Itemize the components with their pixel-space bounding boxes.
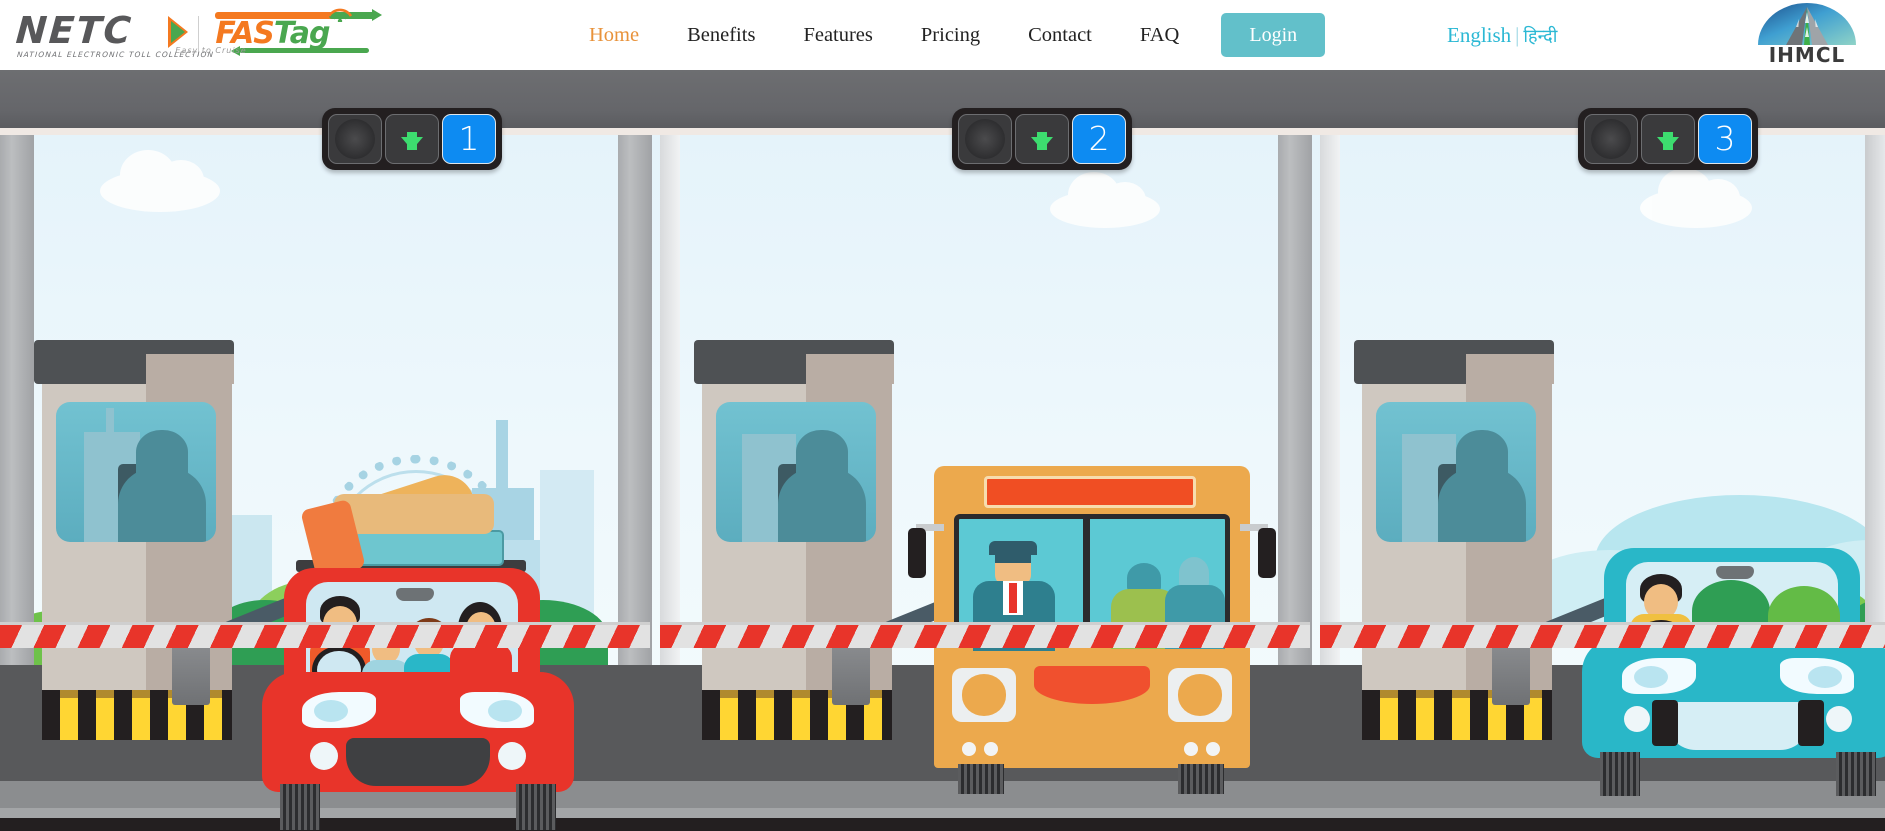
booth-roof-side	[1466, 354, 1554, 384]
ihmcl-logo[interactable]: IHMCL	[1752, 3, 1862, 67]
car-wheel-left	[280, 784, 320, 830]
hero-illustration: 1 2 3	[0, 70, 1885, 831]
car-grille	[1666, 702, 1810, 750]
bus-mirror-right	[1258, 528, 1276, 578]
language-switcher: English | हिन्दी	[1447, 0, 1557, 70]
nav-item-home[interactable]: Home	[565, 0, 663, 70]
car-rearview-mirror	[396, 588, 434, 601]
headlight-lens	[1634, 666, 1668, 688]
fastag-wordmark: FASTag	[215, 16, 331, 51]
booth-roof-side	[806, 354, 894, 384]
nav-item-benefits[interactable]: Benefits	[663, 0, 779, 70]
ihmcl-wordmark: IHMCL	[1768, 43, 1846, 67]
driver-tie	[1009, 583, 1017, 613]
vehicle-teal-car	[1582, 510, 1885, 810]
car-air-vent-left	[1652, 700, 1678, 746]
bus-mirror-left	[908, 528, 926, 578]
site-header: NETC NATIONAL ELECTRONIC TOLL COLLECTION…	[0, 0, 1885, 70]
signal-arrow-icon	[385, 114, 439, 164]
signal-arrow-icon	[1015, 114, 1069, 164]
car-foglight-right	[498, 742, 526, 770]
cloud-icon	[1640, 168, 1752, 228]
headlight-lens	[488, 700, 522, 722]
fastag-arrow-right-icon	[372, 9, 383, 21]
lane-number-3: 3	[1698, 114, 1752, 164]
lane-signal-2[interactable]: 2	[952, 108, 1132, 170]
login-button[interactable]: Login	[1221, 13, 1326, 57]
main-navigation: Home Benefits Features Pricing Contact F…	[565, 0, 1326, 70]
netc-wordmark: NETC	[14, 8, 135, 52]
bus-front-badge	[1034, 666, 1150, 704]
fastag-wifi-icon	[328, 8, 353, 22]
bus-wheel-right	[1178, 764, 1224, 794]
bus-marker-lamp	[984, 742, 998, 756]
signal-lamp-off-icon	[958, 114, 1012, 164]
language-option-english[interactable]: English	[1447, 23, 1511, 47]
nav-item-contact[interactable]: Contact	[1004, 0, 1116, 70]
car-wheel-right	[516, 784, 556, 830]
fastag-logo[interactable]: FASTag Easy to Cruise	[175, 8, 386, 63]
boom-barrier-3	[1320, 622, 1885, 648]
bus-wheel-left	[958, 764, 1004, 794]
booth-window	[716, 402, 876, 542]
cloud-icon	[100, 150, 220, 212]
lane-signal-3[interactable]: 3	[1578, 108, 1758, 170]
window-skyline	[106, 408, 114, 448]
bus-headlight-left	[952, 668, 1016, 722]
fastag-tagline: Easy to Cruise	[175, 46, 247, 55]
signal-lamp-off-icon	[328, 114, 382, 164]
nav-item-features[interactable]: Features	[779, 0, 896, 70]
lane-signal-1[interactable]: 1	[322, 108, 502, 170]
boom-barrier-2	[660, 622, 1310, 648]
brand-logos[interactable]: NETC NATIONAL ELECTRONIC TOLL COLLECTION…	[8, 8, 386, 63]
booth-operator-body	[1438, 468, 1526, 542]
bus-marker-lamp	[962, 742, 976, 756]
car-wheel-left	[1600, 752, 1640, 796]
headlight-lens	[1808, 666, 1842, 688]
signal-lamp-off-icon	[1584, 114, 1638, 164]
car-wheel-right	[1836, 752, 1876, 796]
boom-barrier-1	[0, 622, 650, 648]
booth-window	[1376, 402, 1536, 542]
nav-item-faq[interactable]: FAQ	[1116, 0, 1204, 70]
ihmcl-road-icon	[1758, 3, 1856, 45]
bus-marker-lamp	[1184, 742, 1198, 756]
nav-item-pricing[interactable]: Pricing	[897, 0, 1004, 70]
cloud-icon	[1050, 172, 1160, 228]
booth-roof-side	[146, 354, 234, 384]
lane-number-1: 1	[442, 114, 496, 164]
booth-operator-body	[778, 468, 866, 542]
booth-window	[56, 402, 216, 542]
car-foglight-right	[1826, 706, 1852, 732]
language-option-hindi[interactable]: हिन्दी	[1523, 26, 1557, 47]
headlight-lens	[314, 700, 348, 722]
bus-marker-lamp	[1206, 742, 1220, 756]
car-foglight-left	[1624, 706, 1650, 732]
bus-headlight-right	[1168, 668, 1232, 722]
car-foglight-left	[310, 742, 338, 770]
car-air-vent-right	[1798, 700, 1824, 746]
signal-arrow-icon	[1641, 114, 1695, 164]
fastag-bottom-bar-green	[239, 48, 370, 53]
roof-suitcase-tan	[334, 494, 494, 534]
lane-number-2: 2	[1072, 114, 1126, 164]
driver-hair	[995, 551, 1031, 563]
netc-logo[interactable]: NETC NATIONAL ELECTRONIC TOLL COLLECTION	[8, 8, 215, 62]
car-rearview-mirror	[1716, 566, 1754, 579]
language-separator: |	[1515, 23, 1520, 47]
bus-destination-board	[984, 476, 1196, 508]
booth-operator-body	[118, 468, 206, 542]
car-grille	[346, 738, 490, 786]
netc-arrow-green-icon	[171, 20, 185, 43]
fastag-word-tag: Tag	[273, 16, 331, 51]
